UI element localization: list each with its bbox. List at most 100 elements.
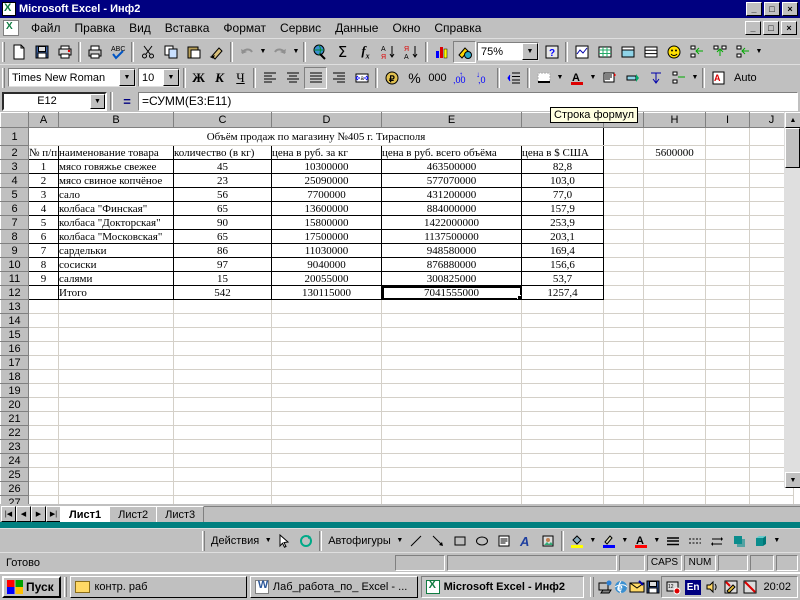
redo-dropdown-icon[interactable]: ▼	[291, 41, 301, 63]
empty-cell[interactable]	[173, 355, 272, 370]
doc-restore-button[interactable]: □	[763, 20, 779, 35]
empty-cell[interactable]	[381, 299, 522, 314]
empty-cell[interactable]	[381, 467, 522, 482]
empty-cell[interactable]	[28, 467, 59, 482]
empty-cell[interactable]	[603, 271, 644, 286]
data-cell-total_usd[interactable]: 103,0	[521, 173, 604, 188]
close-button[interactable]: ×	[782, 2, 798, 16]
outline1-icon[interactable]	[685, 41, 708, 63]
formula-input[interactable]: =СУММ(E3:E11)	[138, 91, 798, 111]
italic-button[interactable]: К	[209, 67, 230, 88]
empty-cell[interactable]	[381, 341, 522, 356]
row-header-6[interactable]: 6	[0, 201, 29, 216]
empty-cell[interactable]	[521, 327, 604, 342]
data-cell-name[interactable]: мясо свиное копчёное	[58, 173, 174, 188]
empty-cell[interactable]	[643, 439, 706, 454]
increase-decimal-icon[interactable]: ,00 ↑	[449, 67, 472, 89]
vertical-scroll-track[interactable]	[785, 168, 800, 472]
empty-cell[interactable]	[381, 397, 522, 412]
empty-cell[interactable]	[705, 439, 750, 454]
empty-cell[interactable]	[603, 369, 644, 384]
empty-cell[interactable]	[603, 229, 644, 244]
empty-cell[interactable]	[58, 439, 174, 454]
empty-cell[interactable]	[28, 425, 59, 440]
empty-cell[interactable]	[643, 313, 706, 328]
empty-cell[interactable]	[603, 159, 644, 174]
empty-cell[interactable]	[173, 341, 272, 356]
prev-sheet-button[interactable]: ◀	[16, 506, 31, 522]
empty-cell[interactable]	[643, 425, 706, 440]
empty-cell[interactable]	[381, 327, 522, 342]
empty-cell[interactable]	[521, 313, 604, 328]
scroll-up-button[interactable]: ▲	[785, 112, 800, 128]
map-icon[interactable]	[570, 41, 593, 63]
empty-cell[interactable]	[28, 453, 59, 468]
empty-cell[interactable]	[643, 257, 706, 272]
row-header-23[interactable]: 23	[0, 439, 29, 454]
line-color-icon[interactable]	[598, 530, 620, 551]
data-cell-total_rub[interactable]: 431200000	[381, 187, 522, 202]
empty-cell[interactable]	[28, 299, 59, 314]
empty-cell[interactable]	[705, 299, 750, 314]
column-header-i[interactable]: I	[705, 112, 750, 128]
empty-cell[interactable]	[271, 369, 382, 384]
taskbar-grip[interactable]	[63, 577, 68, 597]
data-cell-total_rub[interactable]: 948580000	[381, 243, 522, 258]
empty-cell[interactable]	[643, 369, 706, 384]
empty-cell[interactable]	[643, 453, 706, 468]
empty-cell[interactable]	[603, 327, 644, 342]
row-header-21[interactable]: 21	[0, 411, 29, 426]
empty-cell[interactable]	[173, 383, 272, 398]
row-header-5[interactable]: 5	[0, 187, 29, 202]
empty-cell[interactable]	[705, 481, 750, 496]
empty-cell[interactable]	[643, 299, 706, 314]
data-cell-price_kg[interactable]: 25090000	[271, 173, 382, 188]
empty-cell[interactable]	[603, 201, 644, 216]
menu-item-help[interactable]: Справка	[427, 19, 488, 37]
spreadsheet-grid[interactable]: ABCDEFGHIJ1Объём продаж по магазину №405…	[0, 112, 800, 504]
autoshapes-dropdown-icon[interactable]: ▼	[395, 530, 405, 552]
volume-icon[interactable]	[704, 579, 720, 595]
data-cell-total_rub[interactable]: 577070000	[381, 173, 522, 188]
empty-cell[interactable]	[381, 369, 522, 384]
sheet-title[interactable]: Объём продаж по магазину №405 г. Тираспо…	[28, 127, 604, 146]
empty-cell[interactable]	[705, 229, 750, 244]
data-cell-price_kg[interactable]: 9040000	[271, 257, 382, 272]
font-color-dropdown-icon[interactable]: ▼	[652, 530, 662, 552]
empty-cell[interactable]	[381, 453, 522, 468]
empty-cell[interactable]	[603, 145, 644, 160]
percent-icon[interactable]: %	[403, 67, 426, 89]
column-label-cell[interactable]: количество (в кг)	[173, 145, 272, 160]
empty-cell[interactable]	[271, 439, 382, 454]
tools-icon[interactable]	[723, 579, 739, 595]
decrease-decimal-icon[interactable]: ,0 ↓	[472, 67, 495, 89]
column-label-cell[interactable]: цена в руб. всего объёма	[381, 145, 522, 160]
textbox-icon[interactable]	[493, 530, 515, 551]
data-cell-num[interactable]: 1	[28, 159, 59, 174]
currency-icon[interactable]: ₽	[380, 67, 403, 89]
row-header-2[interactable]: 2	[0, 145, 29, 160]
empty-cell[interactable]	[173, 299, 272, 314]
row-header-11[interactable]: 11	[0, 271, 29, 286]
vertical-scrollbar[interactable]: ▲ ▼	[784, 112, 800, 488]
function-wizard-icon[interactable]: fx	[354, 41, 377, 63]
data-cell-qty[interactable]: 542	[173, 285, 272, 300]
toolbar-grip[interactable]	[2, 67, 5, 88]
name-box-dropdown-icon[interactable]: ▼	[90, 93, 105, 109]
empty-cell[interactable]	[603, 467, 644, 482]
data-cell-name[interactable]: сардельки	[58, 243, 174, 258]
data-cell-price_kg[interactable]: 17500000	[271, 229, 382, 244]
empty-cell[interactable]	[28, 439, 59, 454]
menu-item-tools[interactable]: Сервис	[273, 19, 328, 37]
empty-cell[interactable]	[271, 453, 382, 468]
free-rotate-icon[interactable]	[295, 530, 317, 551]
cut-icon[interactable]	[136, 41, 159, 63]
empty-cell[interactable]	[643, 495, 706, 504]
chart-wizard-icon[interactable]	[430, 41, 453, 63]
empty-cell[interactable]	[28, 341, 59, 356]
empty-cell[interactable]	[643, 215, 706, 230]
empty-cell[interactable]	[705, 313, 750, 328]
anchor-icon[interactable]	[644, 67, 667, 89]
sort-descending-icon[interactable]: ЯA	[400, 41, 423, 63]
underline-button[interactable]: Ч	[230, 67, 251, 88]
